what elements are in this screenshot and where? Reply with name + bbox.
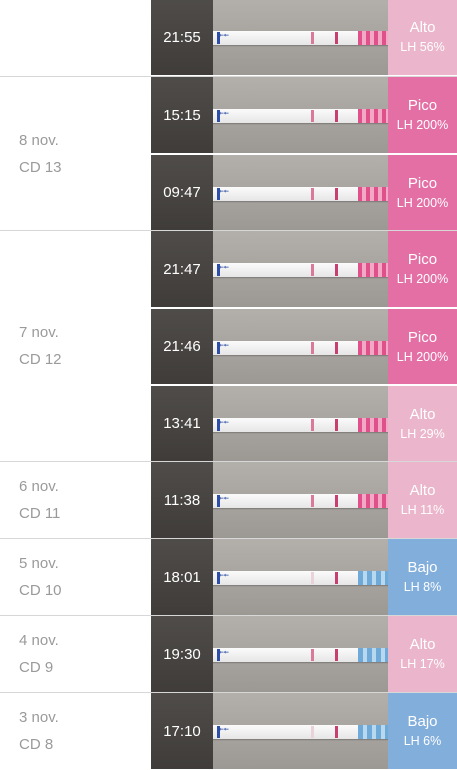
lh-result-badge: Alto LH 29% <box>388 386 457 461</box>
test-history-list: 21:55 ←← Alto LH 56% 8 nov. CD 13 15:15 ←← Pico L… <box>0 0 457 770</box>
result-level: Pico <box>407 251 438 268</box>
lh-result-badge: Bajo LH 6% <box>388 693 457 769</box>
test-strip-photo[interactable]: ←← <box>213 386 388 461</box>
test-time: 09:47 <box>151 155 213 230</box>
test-time: 13:41 <box>151 386 213 461</box>
day-date: 8 nov. <box>19 131 59 149</box>
result-level: Pico <box>407 328 438 346</box>
test-strip-photo[interactable]: ←← <box>213 616 388 692</box>
lh-result-badge: Alto LH 17% <box>388 616 457 692</box>
lh-percentage: LH 29% <box>400 426 445 441</box>
result-level: Alto <box>409 482 436 499</box>
day-header <box>0 0 151 76</box>
test-time: 17:10 <box>151 693 213 769</box>
test-time: 11:38 <box>151 462 213 538</box>
day-date: 4 nov. <box>19 632 59 649</box>
result-level: Pico <box>407 97 438 114</box>
test-strip-photo[interactable]: ←← <box>213 693 388 769</box>
result-level: Pico <box>407 174 438 192</box>
lh-percentage: LH 17% <box>400 657 445 671</box>
lh-result-badge: Bajo LH 8% <box>388 539 457 615</box>
day-header: 5 nov. CD 10 <box>0 539 151 615</box>
test-entry-row[interactable]: 17:10 ←← Bajo LH 6% <box>151 693 457 769</box>
result-level: Alto <box>409 405 436 423</box>
test-strip-photo[interactable]: ←← <box>213 77 388 153</box>
test-entry-row[interactable]: 21:46 ←← Pico LH 200% <box>151 308 457 384</box>
test-strip-photo[interactable]: ←← <box>213 155 388 230</box>
test-strip-photo[interactable]: ←← <box>213 462 388 538</box>
cycle-day: CD 12 <box>19 351 62 368</box>
day-group: 4 nov. CD 9 19:30 ←← Alto LH 17% <box>0 615 457 692</box>
lh-result-badge: Alto LH 56% <box>388 0 457 75</box>
cycle-day: CD 9 <box>19 659 54 676</box>
ovulation-test-strip: ←← <box>213 648 388 662</box>
lh-percentage: LH 8% <box>403 580 442 594</box>
day-header: 7 nov. CD 12 <box>0 231 151 461</box>
lh-result-badge: Pico LH 200% <box>388 77 457 153</box>
day-header: 4 nov. CD 9 <box>0 616 151 692</box>
test-strip-photo[interactable]: ←← <box>213 539 388 615</box>
day-group: 21:55 ←← Alto LH 56% <box>0 0 457 76</box>
day-group: 5 nov. CD 10 18:01 ←← Bajo LH 8% <box>0 538 457 615</box>
test-time: 21:47 <box>151 231 213 307</box>
day-date: 3 nov. <box>19 709 59 726</box>
lh-result-badge: Pico LH 200% <box>388 155 457 230</box>
cycle-day: CD 13 <box>19 158 62 176</box>
test-entry-row[interactable]: 11:38 ←← Alto LH 11% <box>151 462 457 538</box>
lh-percentage: LH 56% <box>400 40 445 54</box>
test-entry-row[interactable]: 19:30 ←← Alto LH 17% <box>151 616 457 692</box>
lh-percentage: LH 200% <box>396 272 449 286</box>
test-time: 18:01 <box>151 539 213 615</box>
test-strip-photo[interactable]: ←← <box>213 309 388 384</box>
result-level: Bajo <box>407 559 438 576</box>
test-entry-row[interactable]: 13:41 ←← Alto LH 29% <box>151 385 457 461</box>
ovulation-test-strip: ←← <box>213 725 388 739</box>
test-time: 19:30 <box>151 616 213 692</box>
day-group: 7 nov. CD 12 21:47 ←← Pico LH 200% 21:46 ←← Pico… <box>0 230 457 461</box>
day-date: 6 nov. <box>19 478 59 495</box>
day-group: 6 nov. CD 11 11:38 ←← Alto LH 11% <box>0 461 457 538</box>
result-level: Alto <box>409 19 436 36</box>
day-date: 5 nov. <box>19 555 59 572</box>
lh-percentage: LH 200% <box>396 118 449 132</box>
day-group: 8 nov. CD 13 15:15 ←← Pico LH 200% 09:47 ←← Pico… <box>0 76 457 230</box>
test-entry-row[interactable]: 21:55 ←← Alto LH 56% <box>151 0 457 75</box>
ovulation-test-strip: ←← <box>213 418 388 432</box>
lh-percentage: LH 11% <box>400 503 445 517</box>
test-strip-photo[interactable]: ←← <box>213 0 388 75</box>
lh-result-badge: Pico LH 200% <box>388 309 457 384</box>
result-level: Alto <box>409 636 436 653</box>
ovulation-test-strip: ←← <box>213 341 388 355</box>
ovulation-test-strip: ←← <box>213 109 388 123</box>
cycle-day: CD 11 <box>19 505 61 522</box>
test-time: 21:46 <box>151 309 213 384</box>
day-header: 6 nov. CD 11 <box>0 462 151 538</box>
test-entry-row[interactable]: 21:47 ←← Pico LH 200% <box>151 231 457 307</box>
lh-percentage: LH 200% <box>396 349 449 364</box>
test-strip-photo[interactable]: ←← <box>213 231 388 307</box>
lh-result-badge: Alto LH 11% <box>388 462 457 538</box>
ovulation-test-strip: ←← <box>213 31 388 45</box>
result-level: Bajo <box>407 713 438 730</box>
cycle-day: CD 8 <box>19 736 54 753</box>
day-header: 3 nov. CD 8 <box>0 693 151 769</box>
day-date: 7 nov. <box>19 324 59 341</box>
test-time: 21:55 <box>151 0 213 75</box>
test-entry-row[interactable]: 15:15 ←← Pico LH 200% <box>151 77 457 153</box>
lh-percentage: LH 200% <box>396 195 449 210</box>
cycle-day: CD 10 <box>19 582 62 599</box>
test-entry-row[interactable]: 09:47 ←← Pico LH 200% <box>151 154 457 230</box>
ovulation-test-strip: ←← <box>213 571 388 585</box>
lh-result-badge: Pico LH 200% <box>388 231 457 307</box>
day-header: 8 nov. CD 13 <box>0 77 151 230</box>
test-time: 15:15 <box>151 77 213 153</box>
lh-percentage: LH 6% <box>403 734 442 748</box>
test-entry-row[interactable]: 18:01 ←← Bajo LH 8% <box>151 539 457 615</box>
ovulation-test-strip: ←← <box>213 187 388 201</box>
day-group: 3 nov. CD 8 17:10 ←← Bajo LH 6% <box>0 692 457 769</box>
ovulation-test-strip: ←← <box>213 494 388 508</box>
ovulation-test-strip: ←← <box>213 263 388 277</box>
